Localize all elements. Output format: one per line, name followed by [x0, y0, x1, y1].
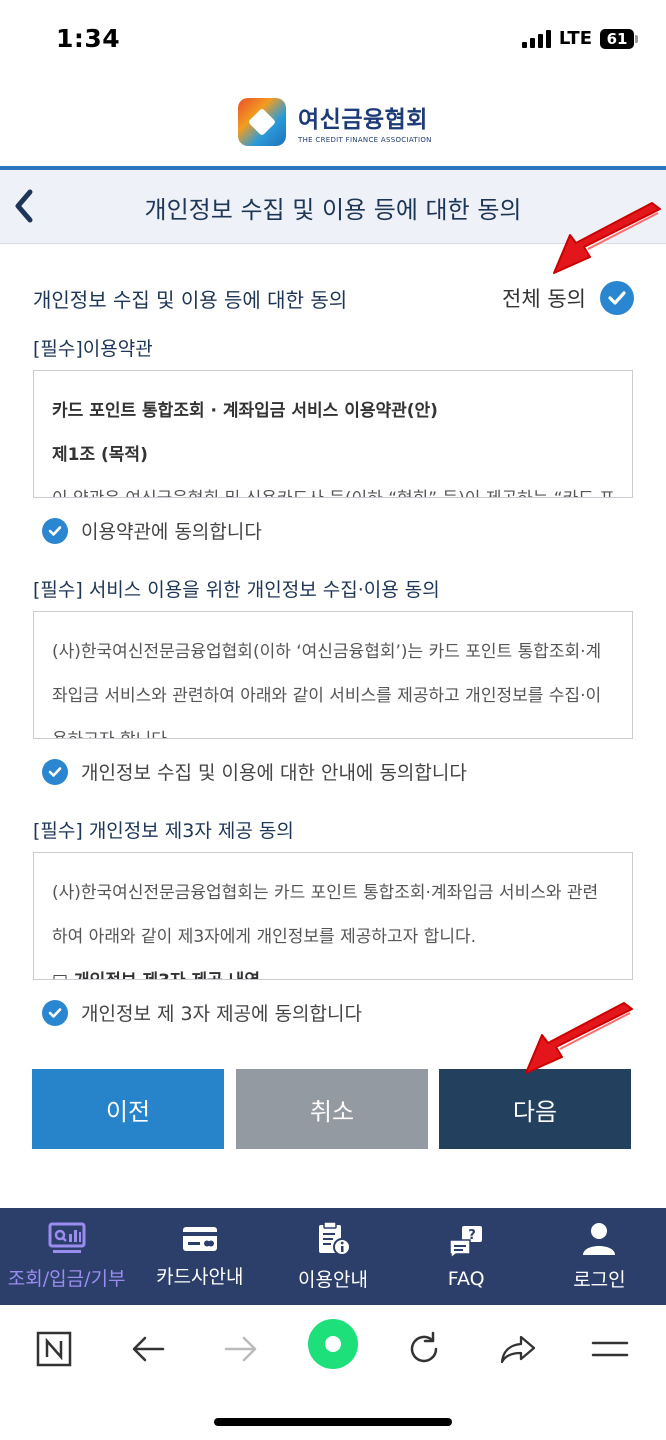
battery-icon: 61	[600, 28, 638, 49]
personal-info-agree-checkbox[interactable]: 개인정보 수집 및 이용에 대한 안내에 동의합니다	[42, 758, 467, 785]
terms-agree-checkbox[interactable]: 이용약관에 동의합니다	[42, 517, 262, 544]
signal-icon	[521, 29, 551, 48]
third-party-content-box[interactable]: (사)한국여신전문금융업협회는 카드 포인트 통합조회·계좌입금 서비스와 관련…	[33, 852, 633, 980]
check-circle-icon	[42, 517, 68, 544]
agree-all-toggle[interactable]: 전체 동의	[502, 281, 634, 315]
monitor-chart-icon	[48, 1222, 86, 1253]
cancel-button[interactable]: 취소	[236, 1069, 428, 1149]
personal-info-line: 용하고자 합니다.	[52, 718, 614, 738]
tab-faq[interactable]: ? FAQ	[400, 1208, 533, 1305]
chat-question-icon: ?	[449, 1225, 483, 1260]
status-indicators: LTE 61	[521, 28, 638, 49]
tab-login[interactable]: 로그인	[533, 1208, 666, 1305]
red-arrow-icon	[525, 1002, 633, 1074]
terms-content-box[interactable]: 카드 포인트 통합조회 · 계좌입금 서비스 이용약관(안) 제1조 (목적) …	[33, 370, 633, 498]
personal-info-line: 좌입금 서비스와 관련하여 아래와 같이 서비스를 제공하고 개인정보를 수집·…	[52, 686, 602, 706]
tab-card-companies[interactable]: 카드사안내	[133, 1208, 266, 1305]
browser-main-button[interactable]	[306, 1317, 360, 1371]
logo-name-en: THE CREDIT FINANCE ASSOCIATION	[298, 136, 432, 144]
tab-inquiry[interactable]: 조회/입금/기부	[0, 1208, 133, 1305]
check-icon	[608, 291, 626, 305]
browser-forward-button[interactable]	[219, 1327, 263, 1371]
check-circle-icon	[42, 999, 68, 1026]
third-party-agree-label: 개인정보 제 3자 제공에 동의합니다	[81, 1003, 362, 1025]
tab-label: 조회/입금/기부	[7, 1268, 126, 1290]
third-party-line: □ 개인정보 제3자 제공 내역	[52, 959, 614, 979]
status-bar: 1:34 LTE 61	[0, 0, 666, 80]
browser-share-button[interactable]	[496, 1327, 540, 1371]
terms-agree-label: 이용약관에 동의합니다	[81, 521, 262, 543]
status-time: 1:34	[56, 24, 121, 53]
consent-section-title: 개인정보 수집 및 이용 등에 대한 동의	[33, 288, 348, 312]
browser-refresh-button[interactable]	[402, 1327, 446, 1371]
logo-name-ko: 여신금융협회	[298, 107, 428, 133]
tab-label: 카드사안내	[156, 1266, 244, 1288]
terms-line: 제1조 (목적)	[52, 445, 148, 465]
refresh-icon	[410, 1331, 438, 1363]
credit-card-icon	[182, 1227, 217, 1251]
arrow-right-icon	[224, 1336, 257, 1362]
terms-title: [필수]이용약관	[33, 338, 153, 360]
tab-usage-guide[interactable]: 이용안내	[266, 1208, 399, 1305]
user-icon	[583, 1223, 616, 1255]
third-party-agree-checkbox[interactable]: 개인정보 제 3자 제공에 동의합니다	[42, 999, 362, 1026]
third-party-line: 하여 아래와 같이 제3자에게 개인정보를 제공하고자 합니다.	[52, 927, 477, 947]
personal-info-content-box[interactable]: (사)한국여신전문금융업협회(이하 ‘여신금융협회’)는 카드 포인트 통합조회…	[33, 611, 633, 739]
third-party-line: (사)한국여신전문금융업협회는 카드 포인트 통합조회·계좌입금 서비스와 관련	[52, 883, 599, 903]
association-logo[interactable]: 여신금융협회 THE CREDIT FINANCE ASSOCIATION	[238, 98, 432, 146]
green-circle-icon	[308, 1319, 358, 1369]
share-icon	[500, 1335, 536, 1364]
terms-line: 이 약관은 여신금융협회 및 신용카드사 등(이하 “협회” 등)이 제공하는 …	[52, 477, 615, 497]
check-circle-icon	[42, 758, 68, 785]
arrow-left-icon	[132, 1336, 165, 1362]
naver-n-icon	[36, 1331, 72, 1367]
naver-home-button[interactable]	[32, 1327, 76, 1371]
tab-label: FAQ	[447, 1267, 485, 1290]
browser-back-button[interactable]	[126, 1327, 170, 1371]
bottom-tab-bar: 조회/입금/기부 카드사안내 이용안내 ? FAQ 로그인	[0, 1208, 666, 1305]
third-party-title: [필수] 개인정보 제3자 제공 동의	[33, 820, 294, 842]
red-arrow-icon	[553, 202, 661, 274]
home-indicator	[214, 1418, 452, 1426]
tab-label: 이용안내	[298, 1269, 368, 1291]
agree-all-label: 전체 동의	[502, 287, 586, 311]
terms-line: 카드 포인트 통합조회 · 계좌입금 서비스 이용약관(안)	[52, 401, 438, 421]
personal-info-agree-label: 개인정보 수집 및 이용에 대한 안내에 동의합니다	[81, 762, 467, 784]
personal-info-title: [필수] 서비스 이용을 위한 개인정보 수집·이용 동의	[33, 579, 440, 601]
battery-level: 61	[600, 28, 634, 49]
browser-menu-button[interactable]	[588, 1327, 632, 1371]
tab-label: 로그인	[573, 1269, 626, 1291]
agree-all-checkbox[interactable]	[600, 281, 634, 315]
personal-info-line: (사)한국여신전문금융업협회(이하 ‘여신금융협회’)는 카드 포인트 통합조회…	[52, 642, 602, 662]
logo-mark-icon	[238, 98, 286, 146]
network-type: LTE	[558, 28, 592, 49]
prev-button[interactable]: 이전	[32, 1069, 224, 1149]
hamburger-menu-icon	[591, 1341, 629, 1357]
clipboard-info-icon	[319, 1221, 351, 1256]
